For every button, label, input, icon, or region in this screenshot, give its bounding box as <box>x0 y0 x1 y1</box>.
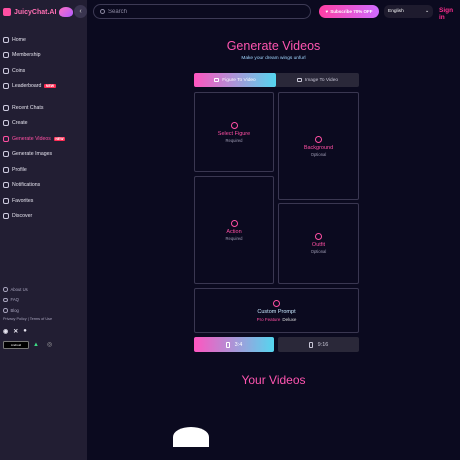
video-icon <box>3 135 9 142</box>
action-card[interactable]: Action Required <box>194 176 274 284</box>
sidebar-item-label: Membership <box>12 52 41 59</box>
android-icon: ▲ <box>33 341 39 348</box>
sidebar-item-leaderboard[interactable]: Leaderboard NEW <box>3 79 85 95</box>
outfit-card[interactable]: Outfit Optional <box>278 203 359 284</box>
legal-separator: | <box>27 316 29 321</box>
sidebar-footer: About Us FAQ Blog Privacy Policy | Terms… <box>3 284 85 349</box>
sidebar-item-label: Profile <box>12 166 27 173</box>
reddit-icon[interactable]: ● <box>23 328 27 335</box>
apple-icon[interactable]: ◎ <box>47 341 52 348</box>
logo-icon <box>3 8 11 16</box>
sidebar-item-label: Home <box>12 36 26 43</box>
sidebar-item-label: Leaderboard <box>12 83 42 90</box>
coin-icon <box>3 67 9 74</box>
ratio-9-16-button[interactable]: 9:16 <box>278 337 359 352</box>
sidebar-item-label: Discover <box>12 213 33 220</box>
figure-icon <box>214 78 220 82</box>
sidebar: JuicyChat.AI ‹ Home Membership Coins Lea… <box>0 0 87 460</box>
sidebar-item-label: Coins <box>12 67 26 74</box>
legal-links: Privacy Policy | Terms of Use <box>3 317 85 321</box>
sidebar-item-label: Create <box>12 120 28 127</box>
compass-icon <box>3 213 9 220</box>
app-links: Android ▲ ◎ <box>3 340 85 349</box>
sidebar-nav: Home Membership Coins Leaderboard NEW Rec… <box>3 32 85 224</box>
language-select[interactable]: English ⌄ <box>384 5 433 18</box>
social-links: ◉ ✕ ● <box>3 328 85 335</box>
mascot-logo-icon <box>59 7 74 17</box>
search-icon <box>100 9 105 14</box>
new-badge: NEW <box>53 136 66 141</box>
search-bar[interactable] <box>93 4 311 19</box>
ratio-3-4-button[interactable]: 3:4 <box>194 337 274 352</box>
plus-icon <box>3 120 9 127</box>
image-icon <box>296 78 302 82</box>
trophy-icon <box>3 83 9 90</box>
sidebar-item-favorites[interactable]: Favorites <box>3 193 85 209</box>
faq-link[interactable]: FAQ <box>3 295 85 306</box>
person-icon <box>230 121 238 129</box>
main-content: Generate Videos Make your dream wings un… <box>87 25 460 460</box>
sidebar-item-notifications[interactable]: Notifications <box>3 178 85 194</box>
image-icon <box>3 151 9 158</box>
sidebar-item-label: Generate Images <box>12 151 53 158</box>
page-title: Generate Videos <box>226 39 321 53</box>
sidebar-item-home[interactable]: Home <box>3 32 85 48</box>
user-icon <box>3 166 9 173</box>
heart-icon <box>3 52 9 59</box>
portrait-icon <box>225 341 230 348</box>
sidebar-item-label: Notifications <box>12 182 41 189</box>
subscribe-button[interactable]: ♥ Subscribe 70% OFF <box>319 5 379 18</box>
deluxe-badge: Deluxe <box>282 316 297 322</box>
sidebar-item-profile[interactable]: Profile <box>3 162 85 178</box>
terms-link[interactable]: Terms of Use <box>30 317 52 321</box>
brand-name: JuicyChat.AI <box>14 8 57 16</box>
android-download-button[interactable]: Android <box>3 340 29 349</box>
running-icon <box>230 219 238 227</box>
sidebar-item-label: Favorites <box>12 197 34 204</box>
star-icon <box>3 197 9 204</box>
help-icon <box>3 297 8 302</box>
sidebar-item-label: Generate Videos <box>12 135 51 142</box>
sidebar-item-create[interactable]: Create <box>3 116 85 132</box>
sidebar-item-discover[interactable]: Discover <box>3 209 85 225</box>
chat-icon <box>3 104 9 111</box>
sidebar-item-coins[interactable]: Coins <box>3 63 85 79</box>
background-card[interactable]: Background Optional <box>278 92 359 200</box>
sidebar-item-generate-images[interactable]: Generate Images <box>3 147 85 163</box>
shirt-icon <box>315 233 322 240</box>
phone-icon <box>308 341 313 348</box>
collapse-sidebar-button[interactable]: ‹ <box>74 5 87 18</box>
your-videos-heading: Your Videos <box>241 373 306 387</box>
pencil-icon <box>273 299 280 307</box>
new-badge: NEW <box>44 84 56 89</box>
brand-logo[interactable]: JuicyChat.AI <box>3 7 74 17</box>
blog-icon <box>3 308 8 313</box>
heart-icon: ♥ <box>325 9 329 14</box>
mode-tabs: Figure To Video Image To Video <box>194 73 359 87</box>
mascot-peek-image <box>173 427 209 447</box>
about-link[interactable]: About Us <box>3 284 85 295</box>
landscape-icon <box>315 135 322 143</box>
tab-image-to-video[interactable]: Image To Video <box>276 73 359 87</box>
bell-icon <box>3 182 9 189</box>
custom-prompt-card[interactable]: Custom Prompt Pro Feature Deluxe <box>194 288 359 333</box>
sidebar-item-generate-videos[interactable]: Generate Videos NEW <box>3 131 85 147</box>
pro-feature-line: Pro Feature Deluxe <box>256 316 297 322</box>
sidebar-item-recent-chats[interactable]: Recent Chats <box>3 100 85 116</box>
blog-link[interactable]: Blog <box>3 305 85 316</box>
home-icon <box>3 36 9 43</box>
sidebar-item-membership[interactable]: Membership <box>3 48 85 64</box>
search-input[interactable] <box>108 8 288 15</box>
twitter-icon[interactable]: ✕ <box>13 328 18 335</box>
info-icon <box>3 287 8 292</box>
page-subtitle: Make your dream wings unfurl <box>241 56 306 61</box>
privacy-link[interactable]: Privacy Policy <box>3 317 27 321</box>
sign-in-link[interactable]: Sign in <box>439 7 460 21</box>
chevron-down-icon: ⌄ <box>424 9 429 14</box>
top-bar: ♥Subscribe 70% OFF English⌄ Sign in <box>87 0 460 25</box>
sidebar-item-label: Recent Chats <box>12 104 44 111</box>
discord-icon[interactable]: ◉ <box>3 328 8 335</box>
tab-figure-to-video[interactable]: Figure To Video <box>194 73 276 87</box>
select-figure-card[interactable]: Select Figure Required <box>194 92 274 172</box>
